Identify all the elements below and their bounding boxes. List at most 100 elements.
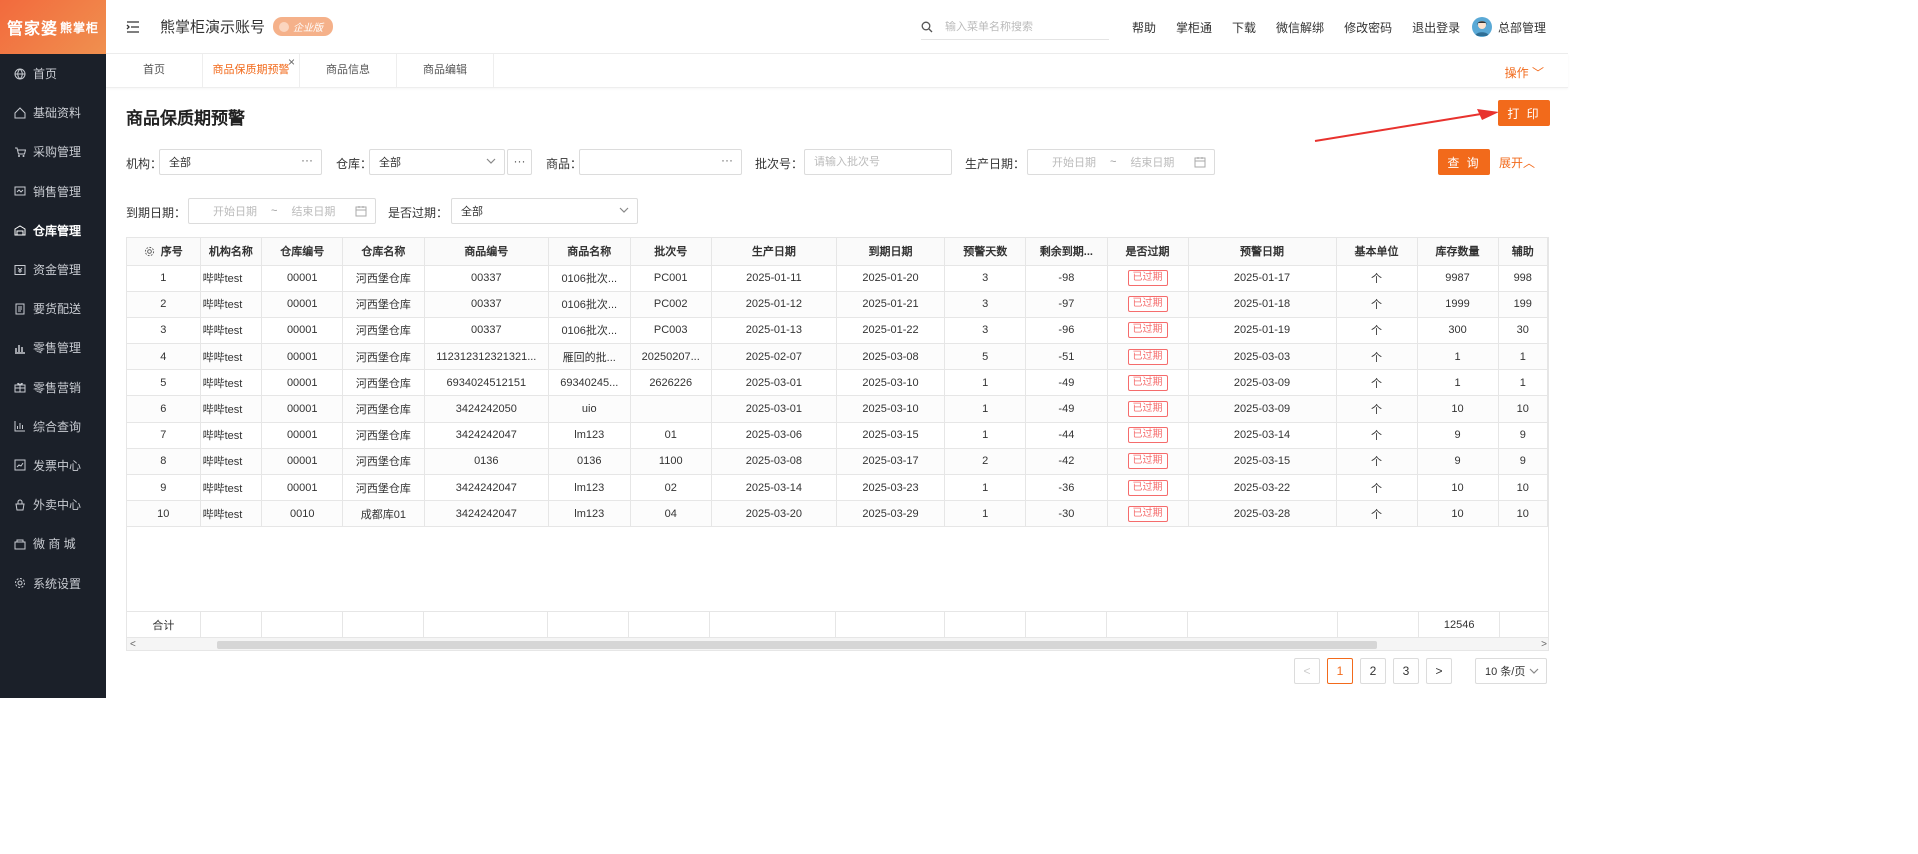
cell-value: 2025-01-13 bbox=[745, 324, 803, 337]
column-header[interactable]: 仓库编号 bbox=[261, 238, 344, 266]
tab-shelf-life-warning[interactable]: 商品保质期预警 × bbox=[203, 54, 300, 87]
table-row[interactable]: 2 哔哔test 00001 河西堡仓库 00337 0106批次... PC002 2025… bbox=[127, 291, 1548, 318]
query-button[interactable]: 查 询 bbox=[1438, 149, 1490, 175]
page-size-select[interactable]: 10 条/页 bbox=[1475, 658, 1547, 684]
sidebar-item-5[interactable]: 资金管理 bbox=[0, 250, 106, 289]
column-header[interactable]: 辅助 bbox=[1498, 238, 1548, 266]
column-header[interactable]: 仓库名称 bbox=[342, 238, 425, 266]
product-select[interactable]: ··· bbox=[579, 149, 742, 175]
org-filter-label: 机构： bbox=[126, 157, 163, 171]
menu-toggle-icon[interactable] bbox=[126, 20, 140, 34]
prev-page-icon[interactable]: < bbox=[1294, 658, 1320, 684]
prod-date-start[interactable]: 开始日期 bbox=[1052, 154, 1096, 170]
user-menu[interactable]: 总部管理 bbox=[1472, 17, 1546, 37]
next-page-icon[interactable]: > bbox=[1426, 658, 1452, 684]
page-button[interactable]: 1 bbox=[1327, 658, 1353, 684]
due-date-end[interactable]: 结束日期 bbox=[291, 203, 335, 219]
top-link-4[interactable]: 修改密码 bbox=[1344, 19, 1392, 36]
warehouse-more-button[interactable]: ··· bbox=[507, 149, 532, 175]
sidebar-item-3[interactable]: 销售管理 bbox=[0, 172, 106, 211]
search-icon[interactable] bbox=[921, 21, 933, 33]
cell-value: lm123 bbox=[574, 429, 605, 442]
totals-cell bbox=[944, 612, 1027, 638]
table-row[interactable]: 3 哔哔test 00001 河西堡仓库 00337 0106批次... PC003 2025… bbox=[127, 317, 1548, 345]
sidebar-item-10[interactable]: 发票中心 bbox=[0, 446, 106, 485]
top-link-1[interactable]: 掌柜通 bbox=[1176, 19, 1212, 36]
batch-input[interactable] bbox=[814, 156, 951, 168]
table-cell: 2025-01-17 bbox=[1188, 265, 1337, 292]
sidebar-item-11[interactable]: 外卖中心 bbox=[0, 485, 106, 524]
top-link-2[interactable]: 下载 bbox=[1232, 19, 1256, 36]
operations-menu[interactable]: 操作 ﹀ bbox=[1505, 64, 1544, 81]
column-header[interactable]: 生产日期 bbox=[711, 238, 837, 266]
org-select[interactable]: 全部 ··· bbox=[159, 149, 322, 175]
top-link-3[interactable]: 微信解绑 bbox=[1276, 19, 1324, 36]
more-icon[interactable]: ··· bbox=[721, 153, 733, 167]
column-header[interactable]: 商品名称 bbox=[548, 238, 631, 266]
table-row[interactable]: 1 哔哔test 00001 河西堡仓库 00337 0106批次... PC001 2025… bbox=[127, 265, 1548, 292]
status-badge: 已过期 bbox=[1127, 505, 1168, 522]
warehouse-select[interactable]: 全部 bbox=[369, 149, 505, 175]
sidebar-item-8[interactable]: 零售营销 bbox=[0, 368, 106, 407]
page-button[interactable]: 3 bbox=[1393, 658, 1419, 684]
column-header[interactable]: 预警天数 bbox=[944, 238, 1027, 266]
sidebar-nav: 首页 基础资料 采购管理 销售管理仓库管理资金管理 要货配送 零售管理 零售营销 综合查询 发票… bbox=[0, 54, 106, 603]
column-header[interactable]: 批次号 bbox=[630, 238, 712, 266]
table-cell: 2025-01-11 bbox=[711, 265, 837, 292]
scroll-right-icon[interactable]: > bbox=[1541, 638, 1547, 650]
scroll-left-icon[interactable]: < bbox=[130, 638, 136, 650]
table-row[interactable]: 7 哔哔test 00001 河西堡仓库 3424242047 lm123 01 2025-0… bbox=[127, 422, 1548, 449]
scrollbar-thumb[interactable] bbox=[217, 641, 1377, 649]
sidebar-item-7[interactable]: 零售管理 bbox=[0, 328, 106, 367]
table-row[interactable]: 6 哔哔test 00001 河西堡仓库 3424242050 uio 2025-03-01… bbox=[127, 395, 1548, 423]
table-row[interactable]: 4 哔哔test 00001 河西堡仓库 112312312321321... 雁回的批.… bbox=[127, 343, 1548, 371]
sidebar-item-0[interactable]: 首页 bbox=[0, 54, 106, 93]
column-header[interactable]: 是否过期 bbox=[1107, 238, 1189, 266]
tab-home[interactable]: 首页 bbox=[106, 54, 203, 87]
batch-field[interactable] bbox=[804, 149, 952, 175]
sidebar-item-12[interactable]: 微 商 城 bbox=[0, 524, 106, 563]
page-button[interactable]: 2 bbox=[1360, 658, 1386, 684]
prod-date-end[interactable]: 结束日期 bbox=[1130, 154, 1174, 170]
horizontal-scrollbar[interactable]: < > bbox=[127, 637, 1548, 650]
menu-search-input[interactable] bbox=[945, 20, 1105, 33]
sidebar-item-1[interactable]: 基础资料 bbox=[0, 93, 106, 132]
column-header[interactable]: 预警日期 bbox=[1188, 238, 1337, 266]
column-settings-icon[interactable] bbox=[144, 246, 155, 260]
close-icon[interactable]: × bbox=[288, 46, 295, 78]
column-header[interactable]: 库存数量 bbox=[1417, 238, 1499, 266]
sidebar-item-label: 仓库管理 bbox=[33, 223, 82, 238]
sidebar-item-13[interactable]: 系统设置 bbox=[0, 563, 106, 602]
top-link-5[interactable]: 退出登录 bbox=[1412, 19, 1460, 36]
top-link-0[interactable]: 帮助 bbox=[1132, 19, 1156, 36]
avatar[interactable] bbox=[1472, 17, 1492, 37]
print-button[interactable]: 打 印 bbox=[1498, 100, 1550, 126]
cell-value: -51 bbox=[1058, 350, 1075, 363]
table-row[interactable]: 10 哔哔test 0010 成都库01 3424242047 lm123 04 2025-0… bbox=[127, 500, 1548, 528]
column-header[interactable]: 到期日期 bbox=[836, 238, 946, 266]
expand-filters-link[interactable]: 展开︿ bbox=[1499, 154, 1535, 171]
due-date-range[interactable]: 开始日期 ~ 结束日期 bbox=[188, 198, 376, 224]
more-icon[interactable]: ··· bbox=[301, 153, 313, 167]
sidebar-item-2[interactable]: 采购管理 bbox=[0, 132, 106, 171]
column-header[interactable]: 机构名称 bbox=[200, 238, 263, 266]
column-header[interactable]: 商品编号 bbox=[424, 238, 550, 266]
table-row[interactable]: 9 哔哔test 00001 河西堡仓库 3424242047 lm123 02 2025-0… bbox=[127, 474, 1548, 502]
expired-select[interactable]: 全部 bbox=[451, 198, 638, 224]
prod-date-range[interactable]: 开始日期 ~ 结束日期 bbox=[1027, 149, 1215, 175]
sidebar-item-9[interactable]: 综合查询 bbox=[0, 407, 106, 446]
tab-product-info[interactable]: 商品信息 bbox=[300, 54, 397, 87]
table-row[interactable]: 8 哔哔test 00001 河西堡仓库 0136 0136 1100 2025-03-08 2… bbox=[127, 448, 1548, 476]
table-row[interactable]: 5 哔哔test 00001 河西堡仓库 6934024512151 69340245..… bbox=[127, 369, 1548, 397]
column-header[interactable]: 序号 bbox=[127, 238, 201, 266]
tab-product-edit[interactable]: 商品编辑 bbox=[397, 54, 494, 87]
user-name[interactable]: 总部管理 bbox=[1498, 19, 1546, 36]
due-date-start[interactable]: 开始日期 bbox=[213, 203, 257, 219]
column-header[interactable]: 剩余到期... bbox=[1025, 238, 1108, 266]
expand-label: 展开 bbox=[1499, 156, 1524, 170]
column-header[interactable]: 基本单位 bbox=[1336, 238, 1418, 266]
sidebar-item-6[interactable]: 要货配送 bbox=[0, 289, 106, 328]
table-cell: 河西堡仓库 bbox=[342, 265, 425, 292]
table-cell: 已过期 bbox=[1107, 500, 1189, 528]
sidebar-item-4[interactable]: 仓库管理 bbox=[0, 211, 106, 250]
